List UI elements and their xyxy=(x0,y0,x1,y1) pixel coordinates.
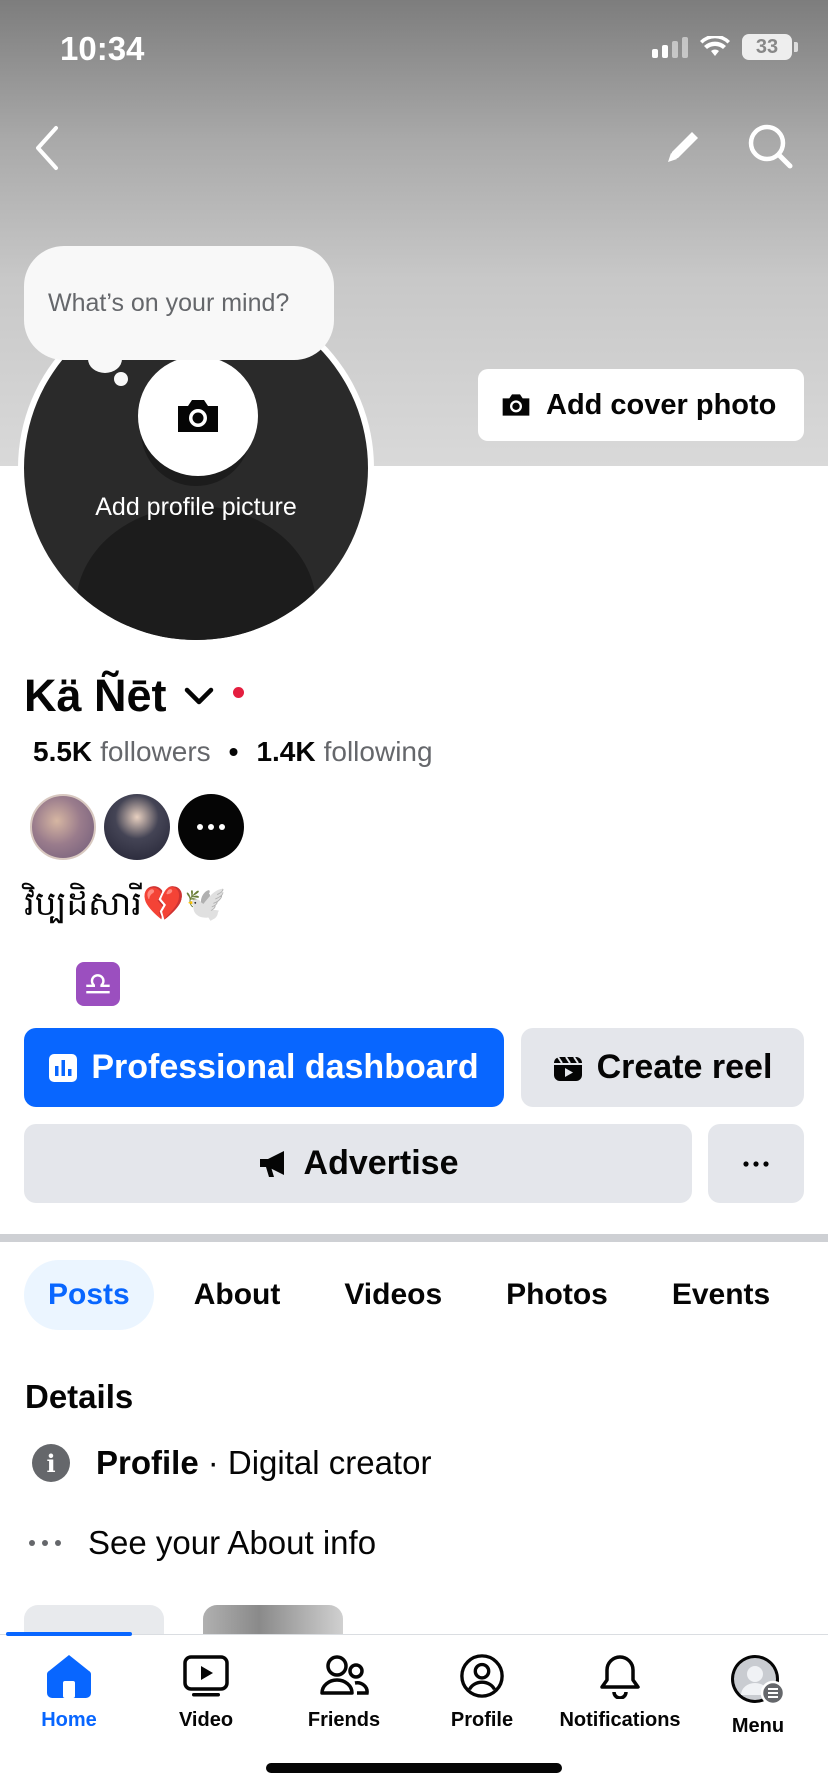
info-icon: i xyxy=(32,1444,70,1482)
profile-name-row: Kä Ñēt xyxy=(24,670,244,722)
nav-profile[interactable]: Profile xyxy=(413,1653,551,1732)
edit-pencil-icon[interactable] xyxy=(664,126,704,171)
signal-icon xyxy=(652,36,688,58)
profile-tabs: Posts About Videos Photos Events xyxy=(24,1260,794,1330)
advertise-label: Advertise xyxy=(303,1144,459,1182)
status-bar: 10:34 33 xyxy=(0,0,828,100)
tab-about[interactable]: About xyxy=(170,1260,305,1330)
friends-preview xyxy=(30,794,244,860)
bell-icon xyxy=(600,1655,640,1699)
more-friends-icon[interactable] xyxy=(178,794,244,860)
professional-dashboard-button[interactable]: Professional dashboard xyxy=(24,1028,504,1107)
more-horizontal-icon xyxy=(29,1540,61,1546)
profile-bio: វិប្បដិសារី💔🕊️ xyxy=(24,885,227,923)
back-icon[interactable] xyxy=(30,124,64,177)
nav-menu[interactable]: Menu xyxy=(689,1653,827,1738)
profile-name: Kä Ñēt xyxy=(24,670,167,721)
thought-bubble-tail xyxy=(88,345,122,373)
create-reel-button[interactable]: Create reel xyxy=(521,1028,804,1107)
home-indicator xyxy=(266,1763,562,1773)
video-icon xyxy=(183,1655,229,1697)
following-label[interactable]: following xyxy=(324,736,433,768)
nav-video-label: Video xyxy=(178,1709,234,1731)
nav-friends[interactable]: Friends xyxy=(275,1653,413,1732)
more-options-button[interactable] xyxy=(708,1124,804,1203)
section-divider xyxy=(0,1234,828,1242)
see-about-label: See your About info xyxy=(88,1524,377,1561)
nav-profile-label: Profile xyxy=(450,1709,514,1731)
nav-notifications-label: Notifications xyxy=(559,1709,681,1731)
followers-count[interactable]: 5.5K xyxy=(33,736,92,768)
profile-type-row: i Profile · Digital creator xyxy=(32,1444,431,1482)
more-icon xyxy=(743,1160,769,1167)
friend-avatar[interactable] xyxy=(30,794,96,860)
see-about-row[interactable]: See your About info xyxy=(28,1524,376,1562)
nav-menu-label: Menu xyxy=(731,1715,785,1737)
friends-icon xyxy=(320,1655,369,1695)
stats-separator: • xyxy=(228,736,239,767)
active-tab-indicator xyxy=(6,1632,132,1636)
nav-friends-label: Friends xyxy=(307,1709,381,1731)
nav-video[interactable]: Video xyxy=(137,1653,275,1732)
tab-events[interactable]: Events xyxy=(648,1260,794,1330)
thought-bubble[interactable]: What’s on your mind? xyxy=(24,246,334,360)
following-count[interactable]: 1.4K xyxy=(256,736,315,768)
home-icon xyxy=(47,1655,91,1698)
followers-label[interactable]: followers xyxy=(100,736,210,768)
search-icon[interactable] xyxy=(746,122,794,175)
add-cover-photo-button[interactable]: Add cover photo xyxy=(478,369,804,441)
tab-posts[interactable]: Posts xyxy=(24,1260,154,1330)
status-time: 10:34 xyxy=(60,30,145,67)
profile-icon xyxy=(460,1654,504,1698)
thought-bubble-tail-small xyxy=(114,372,128,386)
add-profile-picture-label: Add profile picture xyxy=(95,493,297,521)
tab-videos[interactable]: Videos xyxy=(320,1260,466,1330)
friend-avatar[interactable] xyxy=(104,794,170,860)
camera-icon xyxy=(502,394,530,416)
create-reel-label: Create reel xyxy=(596,1048,773,1086)
dashboard-icon xyxy=(49,1053,78,1082)
tab-photos[interactable]: Photos xyxy=(482,1260,632,1330)
add-cover-photo-label: Add cover photo xyxy=(546,388,777,421)
advertise-button[interactable]: Advertise xyxy=(24,1124,692,1203)
details-title: Details xyxy=(25,1378,134,1415)
reel-icon xyxy=(553,1055,582,1081)
professional-dashboard-label: Professional dashboard xyxy=(91,1048,479,1086)
profile-type-value: · Digital creator xyxy=(207,1444,432,1481)
megaphone-icon xyxy=(259,1150,284,1177)
follow-stats: 5.5K followers • 1.4K following xyxy=(33,736,433,768)
nav-home-label: Home xyxy=(41,1709,97,1731)
battery-icon: 33 xyxy=(742,34,798,60)
nav-home[interactable]: Home xyxy=(0,1653,138,1732)
camera-icon[interactable] xyxy=(138,356,258,476)
chevron-down-icon[interactable] xyxy=(183,685,215,707)
profile-type-label: Profile xyxy=(96,1444,199,1481)
wifi-icon xyxy=(700,36,730,56)
libra-zodiac-icon: ♎ xyxy=(76,962,120,1006)
online-status-dot xyxy=(232,686,244,698)
nav-notifications[interactable]: Notifications xyxy=(551,1653,689,1732)
menu-avatar-icon xyxy=(731,1655,786,1705)
